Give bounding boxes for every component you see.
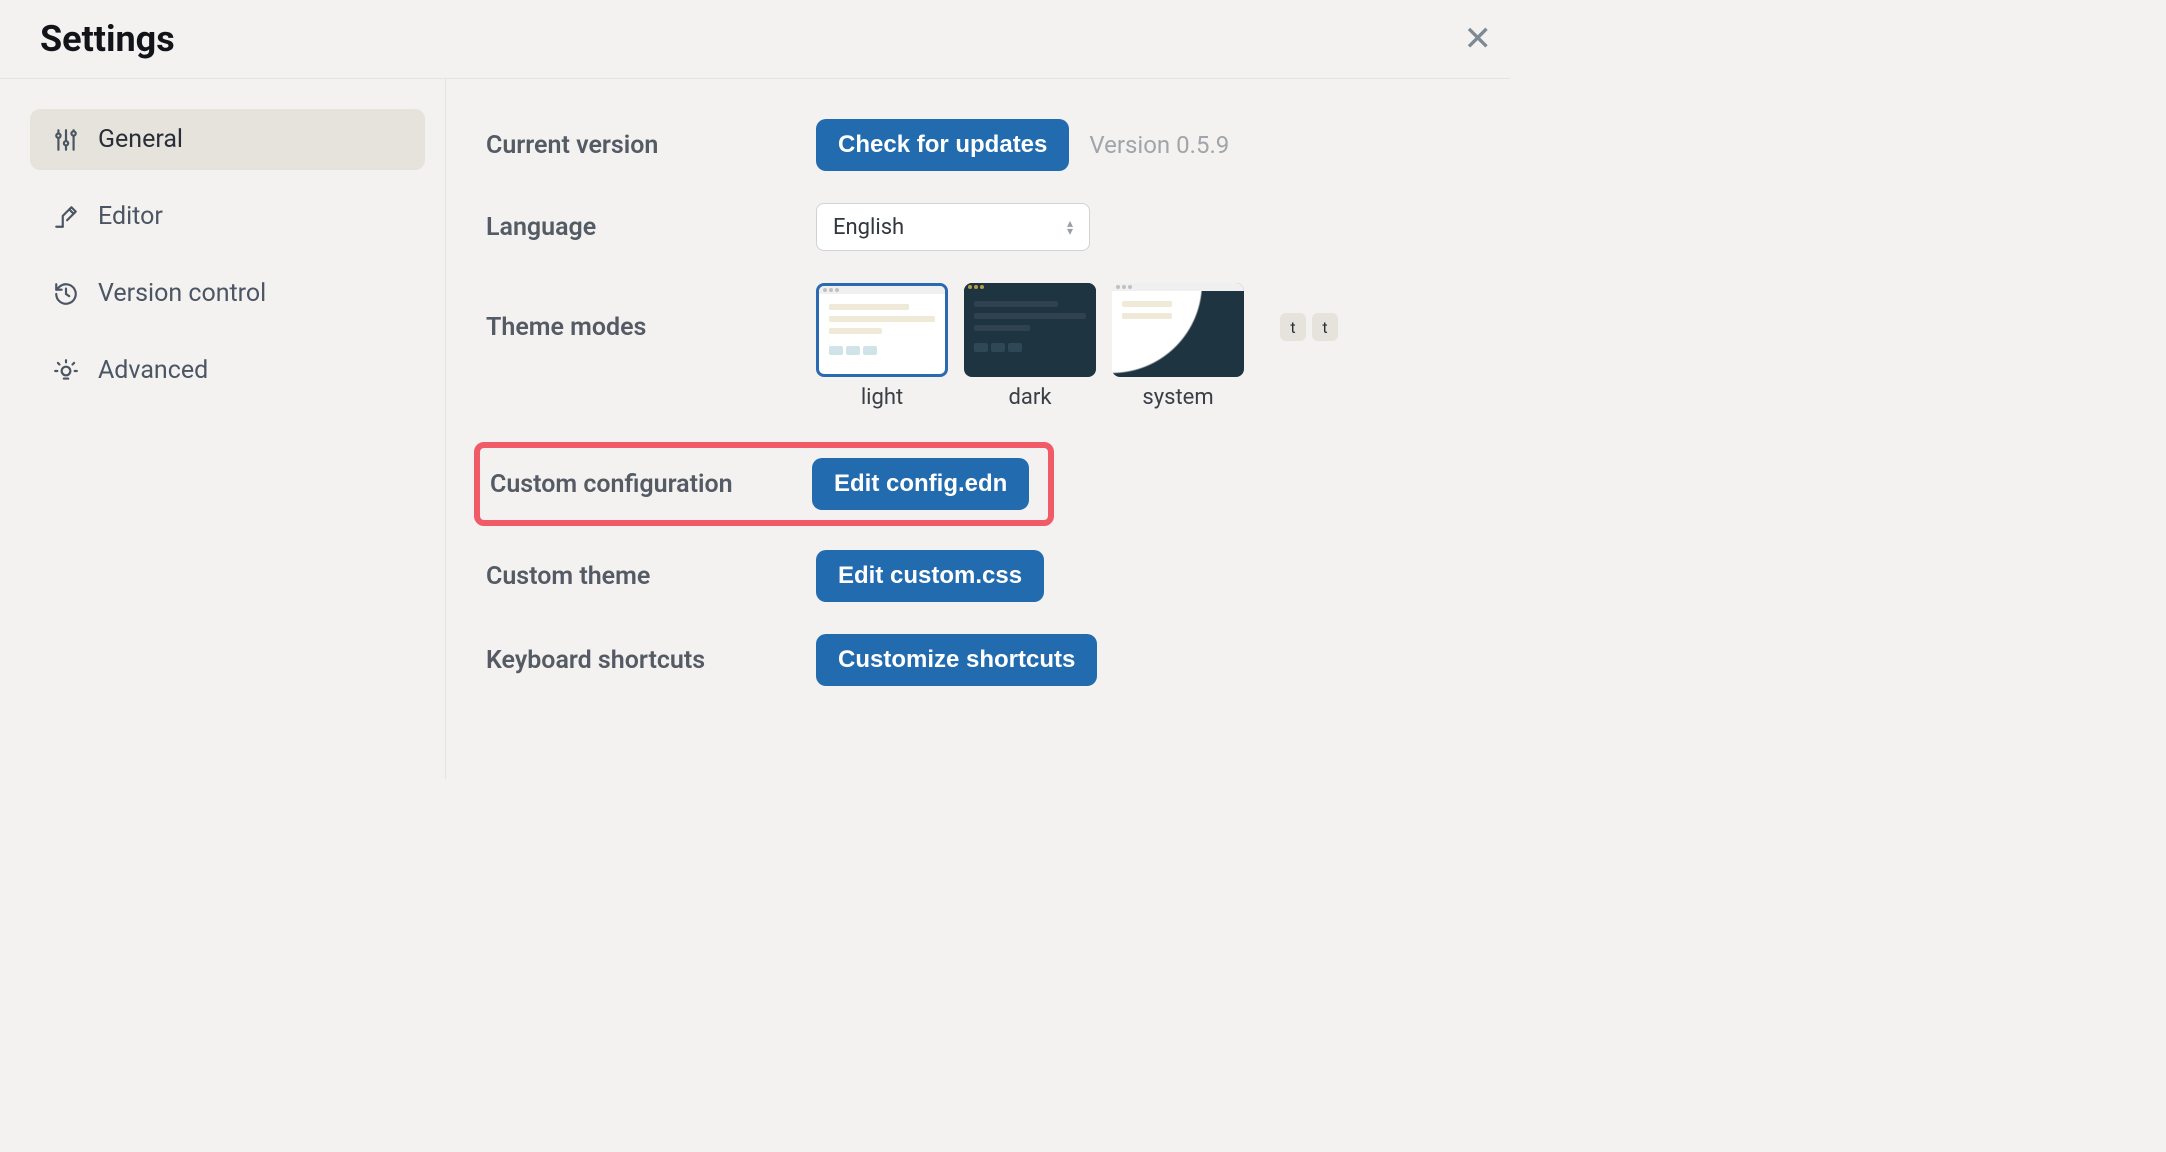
theme-label-dark: dark: [1009, 385, 1052, 410]
customize-shortcuts-button[interactable]: Customize shortcuts: [816, 634, 1097, 686]
theme-option-system[interactable]: system: [1112, 283, 1244, 410]
row-custom-theme: Custom theme Edit custom.css: [486, 550, 1470, 602]
label-custom-config: Custom configuration: [490, 470, 812, 499]
sidebar-item-advanced[interactable]: Advanced: [30, 340, 425, 401]
settings-header: Settings ✕: [0, 0, 1510, 79]
theme-preview-dark: [964, 283, 1096, 377]
sidebar-item-label: General: [98, 125, 183, 154]
language-select[interactable]: English ▴▾: [816, 203, 1090, 251]
version-text: Version 0.5.9: [1089, 131, 1229, 159]
label-current-version: Current version: [486, 131, 816, 160]
pencil-icon: [52, 203, 80, 231]
shortcut-badge-1: t: [1280, 313, 1306, 341]
theme-modes-group: light dark system: [816, 283, 1338, 410]
label-keyboard-shortcuts: Keyboard shortcuts: [486, 646, 816, 675]
sidebar-item-label: Editor: [98, 202, 163, 231]
row-current-version: Current version Check for updates Versio…: [486, 119, 1470, 171]
theme-label-system: system: [1142, 385, 1213, 410]
edit-custom-css-button[interactable]: Edit custom.css: [816, 550, 1044, 602]
theme-option-dark[interactable]: dark: [964, 283, 1096, 410]
settings-sidebar: General Editor Version control: [0, 79, 446, 779]
shortcut-badge-2: t: [1312, 313, 1338, 341]
sliders-icon: [52, 126, 80, 154]
sidebar-item-version-control[interactable]: Version control: [30, 263, 425, 324]
settings-main: Current version Check for updates Versio…: [446, 79, 1510, 779]
page-title: Settings: [40, 18, 175, 60]
row-language: Language English ▴▾: [486, 203, 1470, 251]
sidebar-item-general[interactable]: General: [30, 109, 425, 170]
highlight-custom-config: Custom configuration Edit config.edn: [474, 442, 1054, 526]
history-icon: [52, 280, 80, 308]
check-updates-button[interactable]: Check for updates: [816, 119, 1069, 171]
theme-preview-system: [1112, 283, 1244, 377]
language-select-value: English: [833, 215, 904, 240]
sidebar-item-editor[interactable]: Editor: [30, 186, 425, 247]
row-theme-modes: Theme modes light dark: [486, 283, 1470, 410]
theme-preview-light: [816, 283, 948, 377]
theme-option-light[interactable]: light: [816, 283, 948, 410]
label-theme-modes: Theme modes: [486, 313, 816, 342]
lightbulb-icon: [52, 357, 80, 385]
label-custom-theme: Custom theme: [486, 562, 816, 591]
select-arrows-icon: ▴▾: [1067, 219, 1073, 235]
sidebar-item-label: Version control: [98, 279, 266, 308]
label-language: Language: [486, 213, 816, 242]
close-icon[interactable]: ✕: [1464, 19, 1501, 59]
theme-label-light: light: [861, 385, 903, 410]
sidebar-item-label: Advanced: [98, 356, 208, 385]
edit-config-button[interactable]: Edit config.edn: [812, 458, 1029, 510]
row-keyboard-shortcuts: Keyboard shortcuts Customize shortcuts: [486, 634, 1470, 686]
theme-shortcut-badges: t t: [1280, 313, 1338, 341]
settings-content: General Editor Version control: [0, 79, 1510, 779]
